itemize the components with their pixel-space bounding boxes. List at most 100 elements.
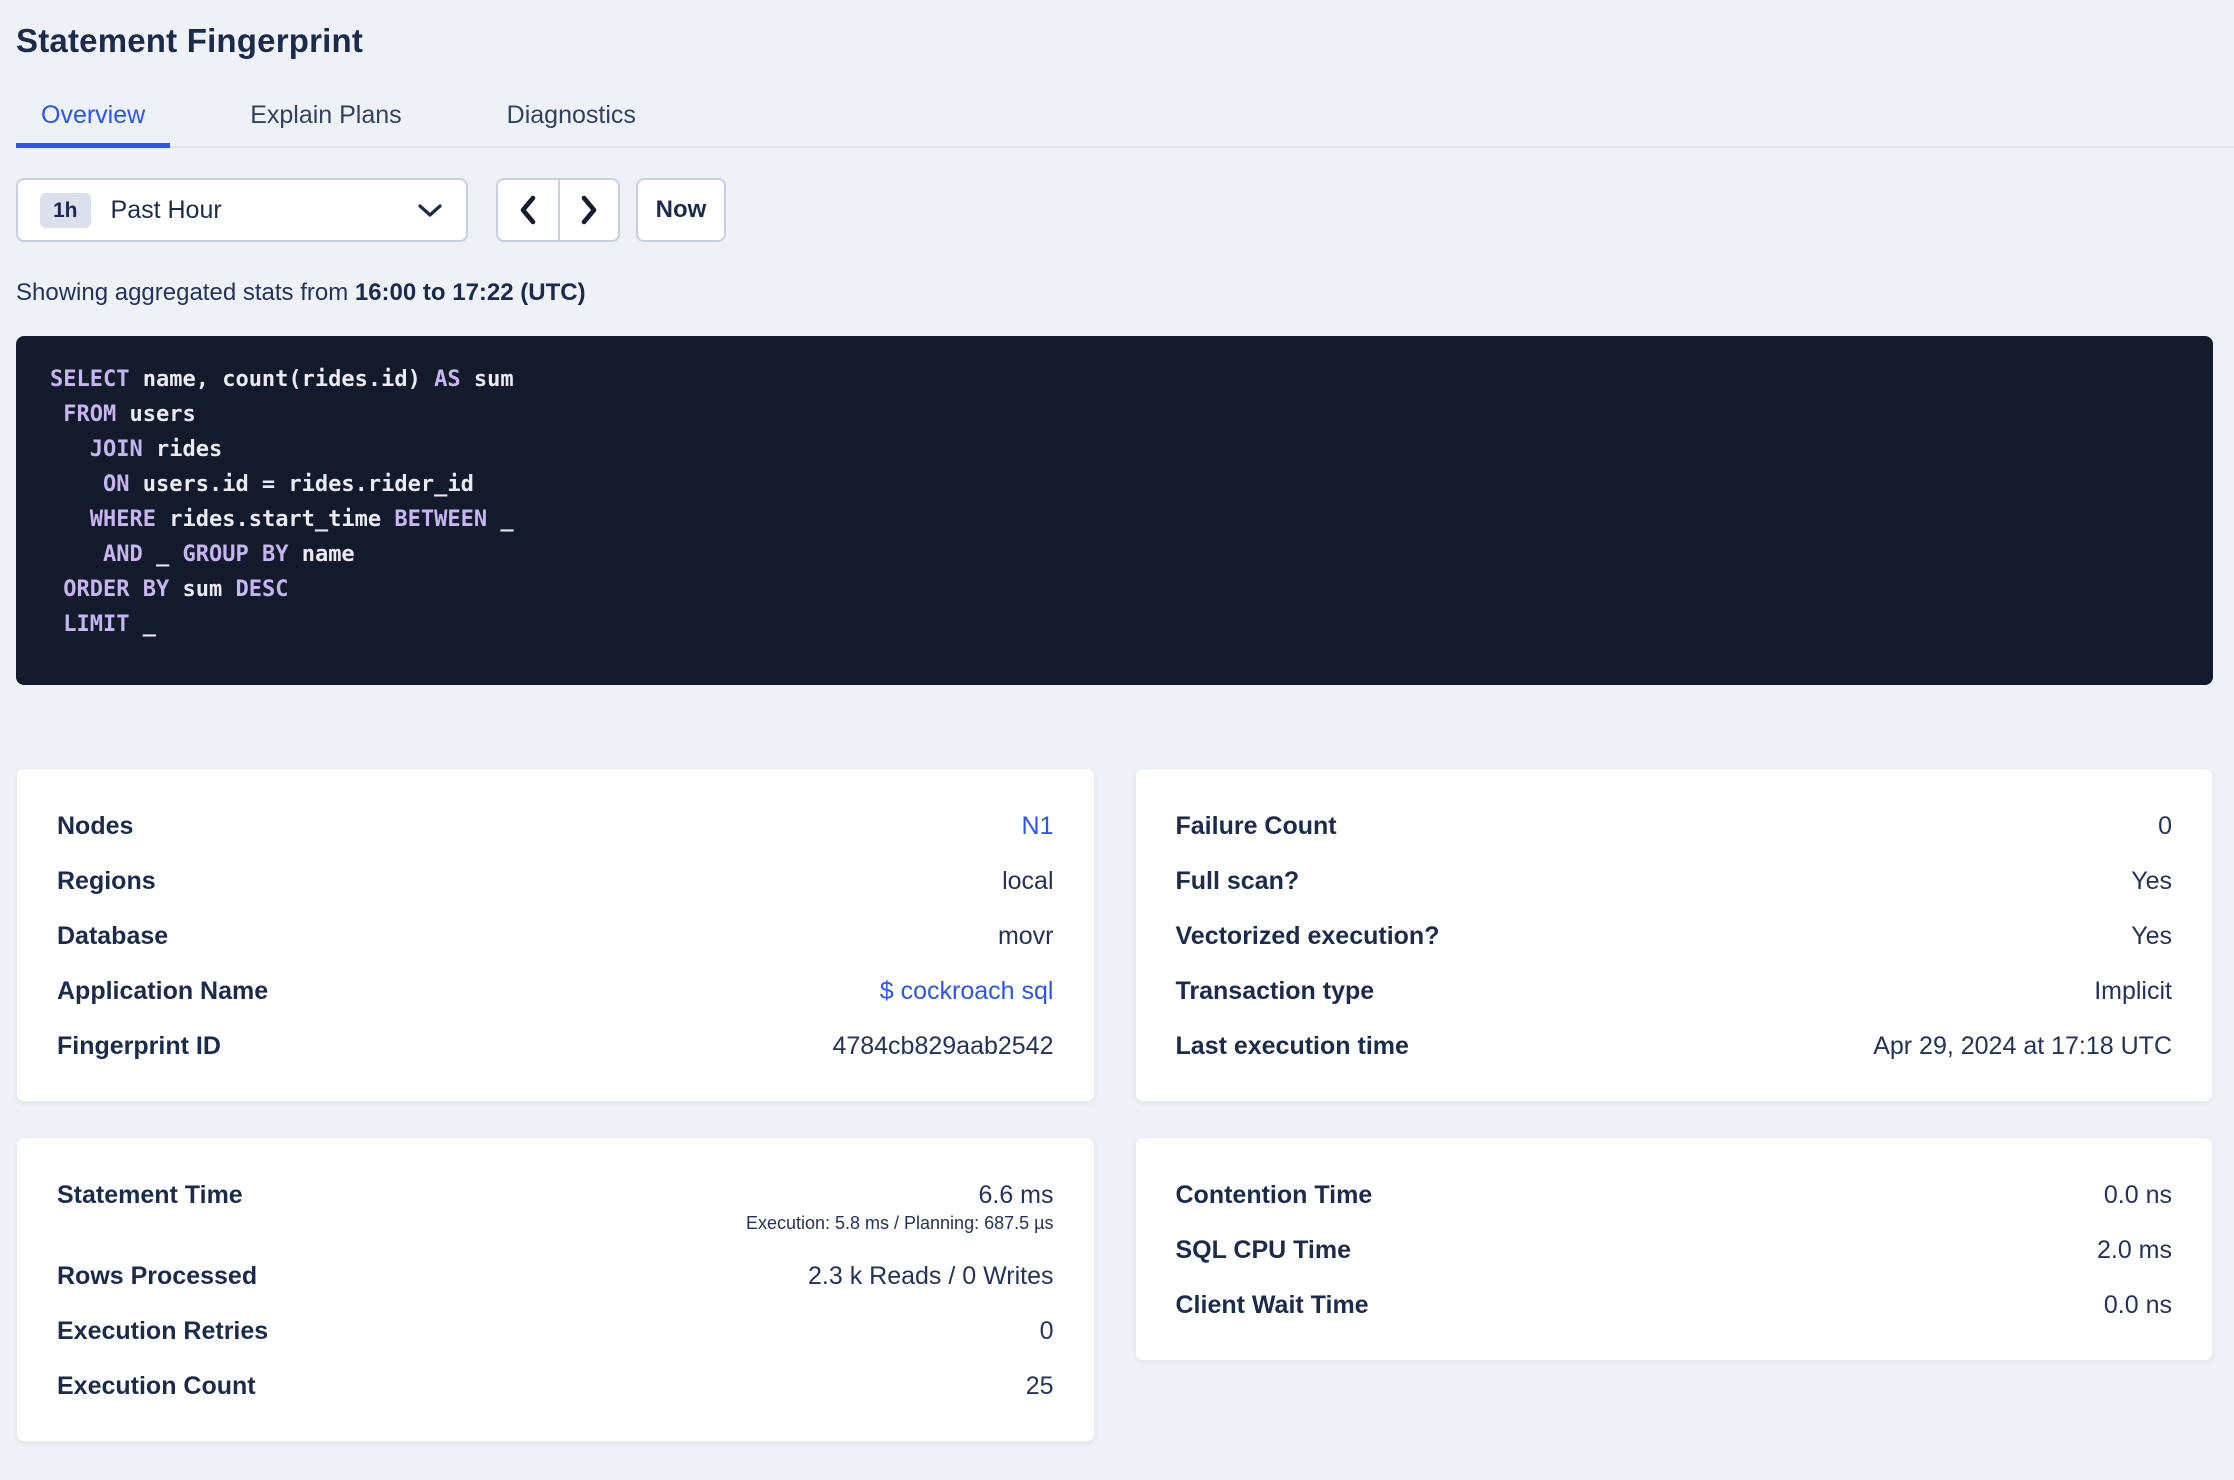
sql-plain-token (50, 472, 103, 497)
stat-value: Yes (2131, 867, 2172, 895)
time-pager (496, 178, 620, 242)
sql-keyword-token: GROUP BY (182, 542, 289, 567)
sql-line: LIMIT _ (50, 607, 2179, 642)
stat-row-database: Database movr (57, 921, 1054, 951)
stat-value: 2.3 k Reads / 0 Writes (808, 1262, 1054, 1290)
sql-plain-token: name, count(rides.id) (129, 367, 435, 392)
stat-value: Yes (2131, 922, 2172, 950)
stat-row-rows-processed: Rows Processed 2.3 k Reads / 0 Writes (57, 1261, 1054, 1291)
stat-row-sql-cpu-time: SQL CPU Time 2.0 ms (1176, 1235, 2173, 1265)
stat-label: SQL CPU Time (1175, 1236, 1352, 1264)
next-time-button[interactable] (558, 180, 618, 240)
now-button[interactable]: Now (636, 178, 726, 242)
stat-label: Client Wait Time (1175, 1291, 1369, 1319)
sql-plain-token (50, 577, 63, 602)
sql-plain-token: rides.start_time (155, 507, 395, 532)
time-range-label: Past Hour (110, 195, 222, 224)
sql-plain-token (50, 507, 90, 532)
timing-card-right: Contention Time 0.0 ns SQL CPU Time 2.0 … (1134, 1137, 2213, 1361)
sql-keyword-token: AND (102, 542, 143, 567)
sql-plain-token (50, 437, 90, 462)
stat-label: Application Name (57, 977, 269, 1005)
stat-row-execution-retries: Execution Retries 0 (57, 1316, 1054, 1346)
stat-value: movr (997, 922, 1054, 950)
stat-label: Database (57, 922, 169, 950)
statement-fingerprint-page: Statement Fingerprint Overview Explain P… (0, 22, 2234, 1442)
sql-plain-token: name (288, 542, 355, 567)
stat-label: Regions (57, 867, 156, 895)
stat-row-regions: Regions local (57, 866, 1054, 896)
sql-line: WHERE rides.start_time BETWEEN _ (50, 502, 2179, 537)
stat-value: 0.0 ns (2103, 1291, 2172, 1319)
sql-plain-token: _ (142, 542, 183, 567)
sql-keyword-token: JOIN (89, 437, 143, 462)
sql-plain-token: sum (460, 367, 514, 392)
sql-line: JOIN rides (50, 432, 2179, 467)
sql-statement-box: SELECT name, count(rides.id) AS sum FROM… (16, 336, 2213, 685)
time-range-dropdown[interactable]: 1h Past Hour (16, 178, 468, 242)
stat-row-nodes: Nodes N1 (57, 811, 1054, 841)
stat-row-contention-time: Contention Time 0.0 ns (1176, 1180, 2173, 1210)
chevron-right-icon (579, 194, 599, 226)
sql-plain-token: users.id = rides.rider_id (129, 472, 474, 497)
stat-row-last-execution: Last execution time Apr 29, 2024 at 17:1… (1176, 1031, 2173, 1061)
timing-card-left: Statement Time 6.6 ms Execution: 5.8 ms … (16, 1137, 1095, 1442)
time-range-badge: 1h (40, 192, 91, 228)
sql-plain-token (50, 402, 63, 427)
sql-line: AND _ GROUP BY name (50, 537, 2179, 572)
overview-cards: Nodes N1 Regions local Database movr App… (16, 768, 2213, 1442)
tab-bar: Overview Explain Plans Diagnostics (16, 100, 2234, 148)
tab-explain-plans[interactable]: Explain Plans (225, 100, 426, 148)
chevron-down-icon (416, 202, 444, 219)
sql-keyword-token: AS (434, 367, 461, 392)
stat-value: Implicit (2094, 977, 2172, 1005)
stat-label: Fingerprint ID (57, 1032, 221, 1060)
stat-row-full-scan: Full scan? Yes (1176, 866, 2173, 896)
application-name-link[interactable]: $ cockroach sql (880, 976, 1054, 1006)
stat-label: Full scan? (1175, 867, 1300, 895)
stat-label: Transaction type (1175, 977, 1375, 1005)
stat-value: 25 (1025, 1372, 1054, 1400)
stat-label: Last execution time (1175, 1032, 1409, 1060)
sql-keyword-token: LIMIT (63, 612, 130, 637)
sql-keyword-token: SELECT (50, 367, 130, 392)
sql-plain-token: _ (129, 612, 156, 637)
sql-plain-token: _ (487, 507, 514, 532)
sql-keyword-token: BETWEEN (394, 507, 488, 532)
stat-subvalue: Execution: 5.8 ms / Planning: 687.5 µs (745, 1213, 1054, 1233)
stat-value: 4784cb829aab2542 (832, 1032, 1054, 1060)
stat-label: Failure Count (1175, 812, 1337, 840)
sql-plain-token (50, 542, 103, 567)
sql-keyword-token: DESC (235, 577, 289, 602)
sql-line: ON users.id = rides.rider_id (50, 467, 2179, 502)
aggregated-stats-range: 16:00 to 17:22 (UTC) (354, 279, 586, 306)
chevron-left-icon (518, 194, 538, 226)
stat-value: 0.0 ns (2103, 1181, 2172, 1209)
stat-label: Nodes (57, 812, 134, 840)
sql-line: SELECT name, count(rides.id) AS sum (50, 362, 2179, 397)
stat-label: Vectorized execution? (1175, 922, 1440, 950)
prev-time-button[interactable] (498, 180, 558, 240)
page-title: Statement Fingerprint (16, 22, 364, 59)
sql-plain-token: users (116, 402, 196, 427)
tab-diagnostics[interactable]: Diagnostics (482, 100, 661, 148)
sql-keyword-token: ORDER BY (63, 577, 170, 602)
stat-row-failure-count: Failure Count 0 (1176, 811, 2173, 841)
sql-keyword-token: WHERE (89, 507, 156, 532)
stat-value: Apr 29, 2024 at 17:18 UTC (1873, 1032, 2172, 1060)
sql-plain-token (50, 612, 63, 637)
stat-label: Contention Time (1175, 1181, 1373, 1209)
nodes-link[interactable]: N1 (1022, 811, 1054, 841)
stat-label: Execution Retries (57, 1317, 269, 1345)
stat-row-application-name: Application Name $ cockroach sql (57, 976, 1054, 1006)
stat-row-client-wait-time: Client Wait Time 0.0 ns (1176, 1290, 2173, 1320)
sql-line: FROM users (50, 397, 2179, 432)
stat-value: 2.0 ms (2096, 1236, 2172, 1264)
tab-overview[interactable]: Overview (16, 100, 171, 148)
stat-row-transaction-type: Transaction type Implicit (1176, 976, 2173, 1006)
stat-value: 0 (2158, 812, 2172, 840)
stat-value: 0 (1039, 1317, 1054, 1345)
time-controls: 1h Past Hour Now (16, 178, 2213, 242)
stat-label: Execution Count (57, 1372, 256, 1400)
sql-plain-token: sum (169, 577, 236, 602)
